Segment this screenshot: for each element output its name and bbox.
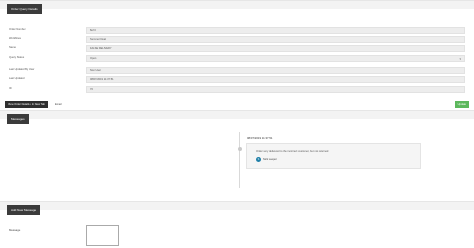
detail-row-id: ID 70 [0,86,474,93]
message-date: 08/07/2019 11:37:51 [247,136,273,140]
email-button[interactable]: Email [53,101,64,108]
detail-label: ID [9,87,12,90]
panel-header [0,1,474,9]
add-new-message-panel: Add New Message [0,201,474,248]
update-button[interactable]: Update [454,101,469,108]
detail-label: Last Updated [9,77,25,80]
message-card: Order very delivered to the incorrect cu… [246,143,421,169]
order-query-details-panel: Order Query Details Order Number 8ef 0 W… [0,0,474,98]
message-text: Order very delivered to the incorrect cu… [256,150,329,153]
view-order-details-button[interactable]: View Order Details • In New Tab [5,101,48,108]
last-updated-field[interactable]: 08/07/2019 11:37:51 [86,76,465,83]
detail-label: Last Updated By User [9,68,35,71]
last-updated-by-field[interactable]: Non User [86,67,465,74]
action-row: View Order Details • In New Tab Email Up… [0,101,474,108]
detail-row-last-updated-by: Last Updated By User Non User [0,67,474,74]
panel-header [0,111,474,119]
name-field[interactable]: FALSE DELIVERY [86,45,465,52]
panel-header [0,202,474,210]
message-author: Nick Leeper [263,158,277,161]
detail-label: Workflows [9,37,21,40]
timeline-line [239,132,240,188]
message-textarea[interactable] [86,225,119,246]
workflows-field[interactable]: Summer Deal [86,36,465,43]
detail-label: Query Status [9,56,25,59]
detail-label: Name [9,46,16,49]
detail-row-query-status: Query Status Open [0,55,474,62]
query-status-select[interactable]: Open [86,55,465,62]
panel-title: Messages [7,114,29,124]
avatar: S [256,157,261,162]
message-label: Message [9,228,21,232]
detail-row-name: Name FALSE DELIVERY [0,45,474,52]
panel-title: Add New Message [7,205,41,215]
panel-title: Order Query Details [7,4,42,14]
detail-row-workflows: Workflows Summer Deal [0,36,474,43]
id-field[interactable]: 70 [86,86,465,93]
detail-row-last-updated: Last Updated 08/07/2019 11:37:51 [0,76,474,83]
detail-label: Order Number [9,28,26,31]
order-number-field[interactable]: 8ef 0 [86,27,465,34]
detail-row-order-number: Order Number 8ef 0 [0,27,474,34]
timeline-marker [237,147,242,151]
